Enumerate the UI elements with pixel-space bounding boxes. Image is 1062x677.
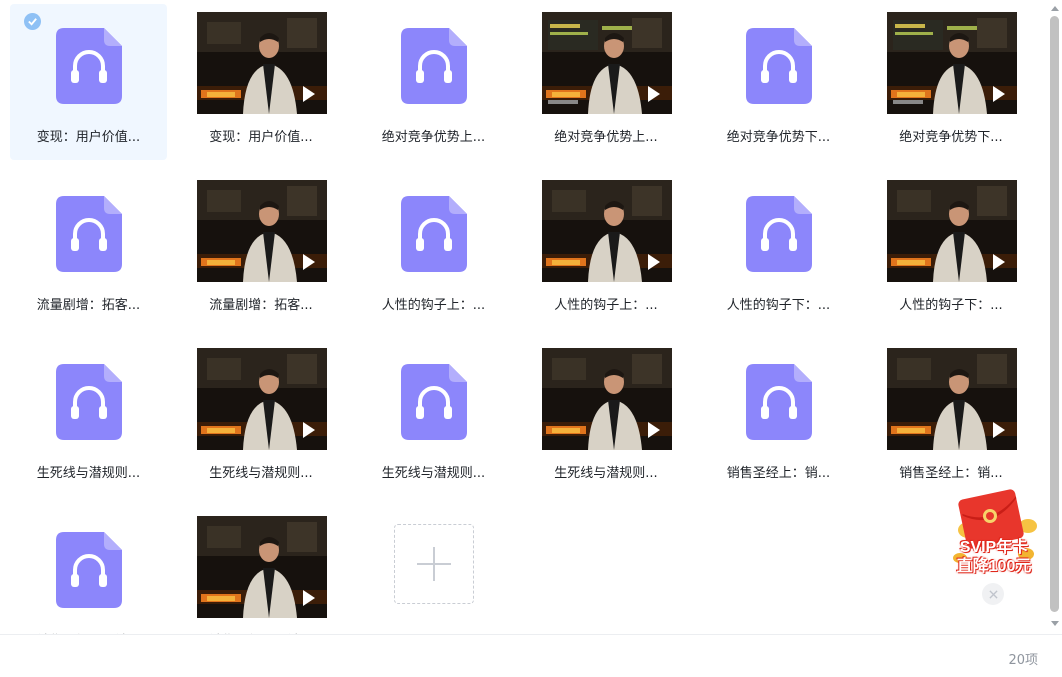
video-file-tile[interactable]: 生死线与潜规则...: [183, 340, 340, 496]
audio-file-tile[interactable]: 绝对竞争优势上...: [355, 4, 512, 160]
file-name: 销售圣经上：销...: [726, 466, 831, 481]
audio-file-tile[interactable]: 销售圣经下：销...: [10, 508, 167, 634]
promo-text: SVIP年卡 直降100元: [946, 538, 1042, 576]
file-name: 生死线与潜规则...: [209, 466, 313, 481]
headphones-icon: [401, 28, 467, 104]
play-icon: [302, 254, 315, 270]
audio-file-tile[interactable]: 变现：用户价值...: [10, 4, 167, 160]
audio-file-tile[interactable]: 人性的钩子下：...: [700, 172, 857, 328]
file-grid: 变现：用户价值... 变现：用户价值... 绝对竞争优势上... 绝对竞争优势上…: [10, 4, 1030, 634]
headphones-icon: [401, 196, 467, 272]
play-icon: [302, 590, 315, 606]
video-thumbnail: [541, 12, 672, 114]
plus-icon[interactable]: [394, 524, 474, 604]
video-thumbnail: [196, 348, 327, 450]
scroll-thumb[interactable]: [1050, 16, 1059, 612]
headphones-icon: [746, 196, 812, 272]
file-name: 生死线与潜规则...: [554, 466, 658, 481]
play-icon: [992, 254, 1005, 270]
video-thumbnail: [886, 348, 1017, 450]
audio-file-tile[interactable]: 生死线与潜规则...: [355, 340, 512, 496]
video-file-tile[interactable]: 人性的钩子上：...: [528, 172, 685, 328]
check-icon[interactable]: [24, 13, 41, 30]
play-icon: [992, 86, 1005, 102]
play-icon: [647, 254, 660, 270]
file-browser: 变现：用户价值... 变现：用户价值... 绝对竞争优势上... 绝对竞争优势上…: [0, 0, 1062, 677]
file-name: 人性的钩子上：...: [554, 298, 658, 313]
headphones-icon: [56, 28, 122, 104]
video-thumbnail: [541, 180, 672, 282]
file-name: 生死线与潜规则...: [381, 466, 486, 481]
status-footer: 20项: [0, 634, 1062, 677]
video-thumbnail: [886, 12, 1017, 114]
headphones-icon: [56, 364, 122, 440]
promo-line-1: SVIP年卡: [959, 539, 1029, 556]
file-name: 人性的钩子下：...: [899, 298, 1003, 313]
headphones-icon: [746, 28, 812, 104]
headphones-icon: [56, 196, 122, 272]
play-icon: [992, 422, 1005, 438]
video-file-tile[interactable]: 销售圣经上：销...: [873, 340, 1030, 496]
file-name: 流量剧增：拓客...: [209, 298, 313, 313]
video-file-tile[interactable]: 销售圣经下：销...: [183, 508, 340, 634]
scroll-up-arrow-icon[interactable]: [1051, 6, 1059, 11]
item-count: 20项: [1008, 653, 1038, 668]
video-file-tile[interactable]: 流量剧增：拓客...: [183, 172, 340, 328]
scroll-down-arrow-icon[interactable]: [1051, 621, 1059, 626]
file-name: 变现：用户价值...: [209, 130, 313, 145]
audio-file-tile[interactable]: 生死线与潜规则...: [10, 340, 167, 496]
video-file-tile[interactable]: 绝对竞争优势上...: [528, 4, 685, 160]
video-thumbnail: [886, 180, 1017, 282]
file-name: 人性的钩子下：...: [726, 298, 831, 313]
file-name: 变现：用户价值...: [36, 130, 141, 145]
file-name: 流量剧增：拓客...: [36, 298, 141, 313]
promo-line-2: 直降100元: [956, 558, 1032, 575]
play-icon: [302, 86, 315, 102]
upload-file-tile[interactable]: 上传文件: [355, 508, 512, 634]
video-thumbnail: [196, 180, 327, 282]
file-name: 绝对竞争优势下...: [726, 130, 831, 145]
play-icon: [647, 86, 660, 102]
play-icon: [302, 422, 315, 438]
file-name: 生死线与潜规则...: [36, 466, 141, 481]
video-thumbnail: [196, 516, 327, 618]
vertical-scrollbar[interactable]: [1047, 0, 1062, 634]
video-thumbnail: [196, 12, 327, 114]
headphones-icon: [401, 364, 467, 440]
headphones-icon: [56, 532, 122, 608]
file-name: 人性的钩子上：...: [381, 298, 486, 313]
video-file-tile[interactable]: 生死线与潜规则...: [528, 340, 685, 496]
headphones-icon: [746, 364, 812, 440]
audio-file-tile[interactable]: 人性的钩子上：...: [355, 172, 512, 328]
video-file-tile[interactable]: 绝对竞争优势下...: [873, 4, 1030, 160]
file-name: 绝对竞争优势下...: [899, 130, 1003, 145]
audio-file-tile[interactable]: 绝对竞争优势下...: [700, 4, 857, 160]
video-file-tile[interactable]: 人性的钩子下：...: [873, 172, 1030, 328]
file-name: 绝对竞争优势上...: [381, 130, 486, 145]
video-thumbnail: [541, 348, 672, 450]
audio-file-tile[interactable]: 销售圣经上：销...: [700, 340, 857, 496]
promo-close-icon[interactable]: [982, 583, 1004, 605]
file-name: 绝对竞争优势上...: [554, 130, 658, 145]
play-icon: [647, 422, 660, 438]
svip-promo-badge[interactable]: SVIP年卡 直降100元: [946, 482, 1042, 578]
file-grid-viewport[interactable]: 变现：用户价值... 变现：用户价值... 绝对竞争优势上... 绝对竞争优势上…: [0, 0, 1046, 634]
audio-file-tile[interactable]: 流量剧增：拓客...: [10, 172, 167, 328]
video-file-tile[interactable]: 变现：用户价值...: [183, 4, 340, 160]
file-name: 销售圣经上：销...: [899, 466, 1003, 481]
